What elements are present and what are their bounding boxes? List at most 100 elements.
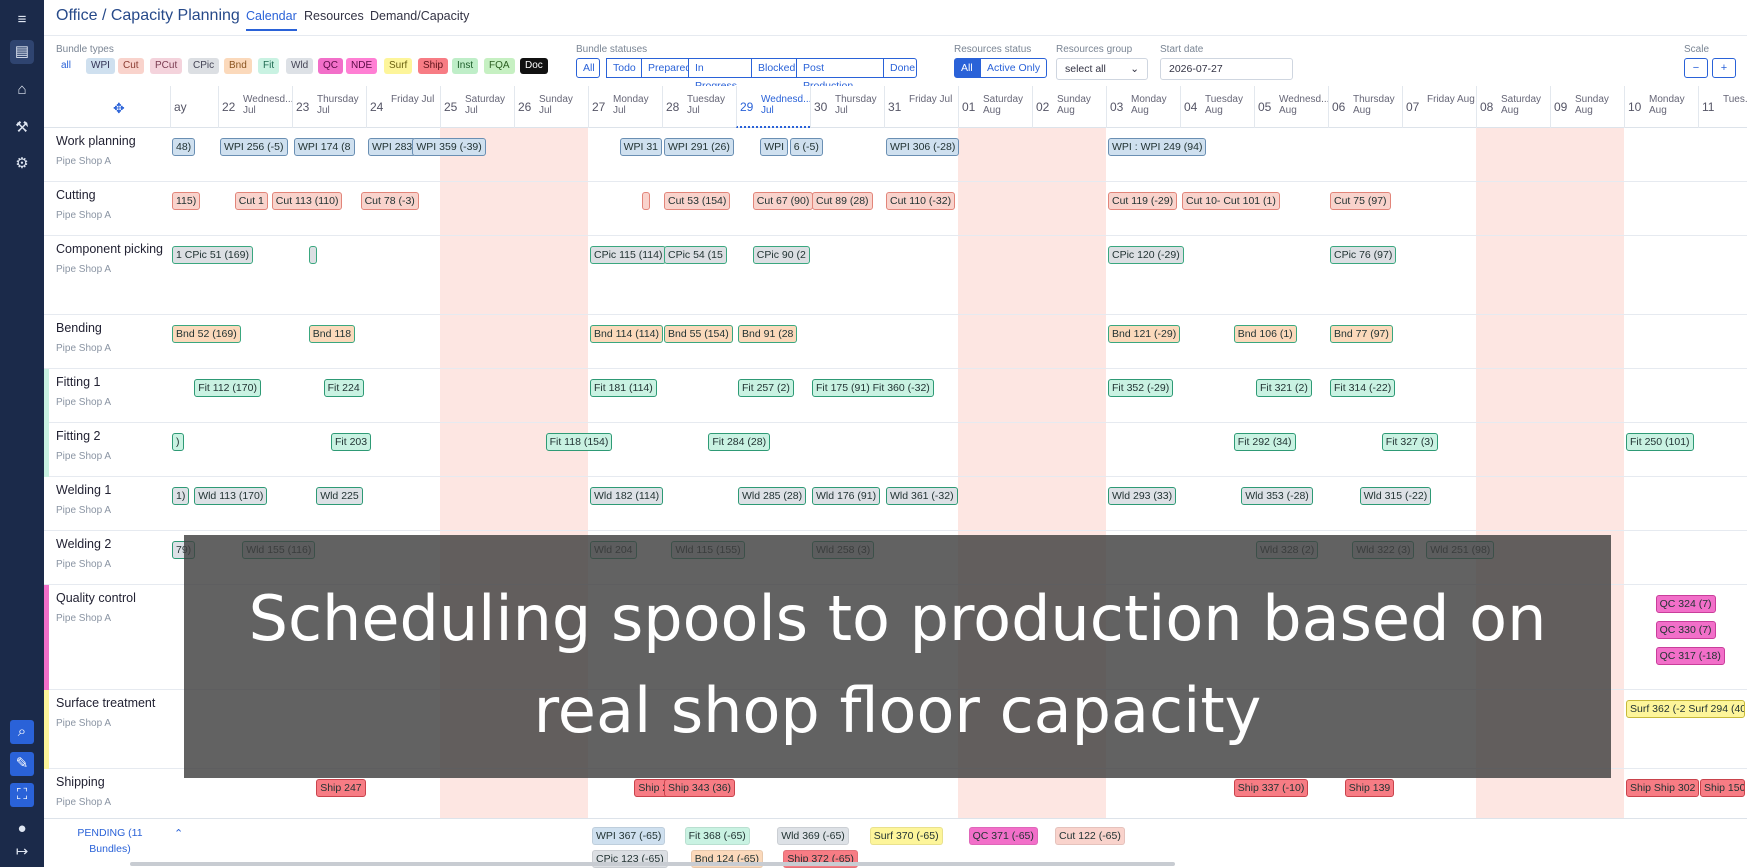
bundle-bar[interactable]: Ship Ship 302 bbox=[1626, 779, 1700, 797]
move-icon[interactable]: ✥ bbox=[113, 100, 125, 117]
bundle-type-chip-fqa[interactable]: FQA bbox=[484, 58, 515, 74]
bundle-type-chip-doc[interactable]: Doc bbox=[520, 58, 548, 74]
bundle-status-all[interactable]: All bbox=[576, 58, 600, 78]
bundle-bar[interactable]: Wld 182 (114) bbox=[590, 487, 664, 505]
tab-calendar[interactable]: Calendar bbox=[246, 9, 297, 31]
resources-status-all[interactable]: All bbox=[954, 58, 980, 78]
bundle-bar[interactable]: Fit 175 (91) Fit 360 (-32) bbox=[812, 379, 934, 397]
bundle-bar[interactable]: QC 330 (7) bbox=[1655, 621, 1716, 639]
document-icon[interactable]: ▤ bbox=[10, 40, 34, 64]
bundle-type-chip-nde[interactable]: NDE bbox=[346, 58, 378, 74]
bundle-bar[interactable]: Fit 257 (2) bbox=[738, 379, 794, 397]
scan-icon[interactable]: ⛶ bbox=[10, 783, 34, 807]
zoom-out-icon[interactable]: − bbox=[1684, 58, 1708, 78]
bundle-bar[interactable]: Wld 113 (170) bbox=[194, 487, 268, 505]
bundle-type-chip-cut[interactable]: Cut bbox=[118, 58, 144, 74]
bundle-bar[interactable]: CPic 120 (-29) bbox=[1108, 246, 1184, 264]
pending-bundle[interactable]: QC 371 (-65) bbox=[968, 827, 1038, 845]
bundle-bar[interactable]: Cut 89 (28) bbox=[812, 192, 873, 210]
bundle-bar[interactable]: WPI : WPI 249 (94) bbox=[1108, 138, 1207, 156]
bundle-status-done[interactable]: Done bbox=[883, 58, 917, 78]
bundle-type-chip-surf[interactable]: Surf bbox=[384, 58, 413, 74]
bundle-bar[interactable]: Fit 352 (-29) bbox=[1108, 379, 1174, 397]
bundle-bar[interactable]: Bnd 121 (-29) bbox=[1108, 325, 1181, 343]
bundle-bar[interactable]: WPI 256 (-5) bbox=[220, 138, 288, 156]
bundle-bar[interactable]: Bnd 55 (154) bbox=[664, 325, 733, 343]
bundle-status-blocked[interactable]: Blocked bbox=[751, 58, 797, 78]
bundle-bar[interactable]: 115) bbox=[172, 192, 201, 210]
bundle-bar[interactable]: Cut 113 (110) bbox=[271, 192, 343, 210]
bundle-bar[interactable]: Wld 225 bbox=[316, 487, 363, 505]
bundle-bar[interactable]: Fit 314 (-22) bbox=[1330, 379, 1396, 397]
bundle-type-chip-bnd[interactable]: Bnd bbox=[224, 58, 252, 74]
bundle-bar[interactable]: WPI 306 (-28) bbox=[886, 138, 960, 156]
warehouse-icon[interactable]: ⌂ bbox=[10, 78, 34, 102]
bundle-bar[interactable]: CPic 90 (2 bbox=[752, 246, 810, 264]
horizontal-scrollbar[interactable] bbox=[130, 862, 1175, 866]
bundle-bar[interactable]: Cut 53 (154) bbox=[664, 192, 731, 210]
bundle-bar[interactable]: Wld 176 (91) bbox=[812, 487, 881, 505]
bundle-bar[interactable]: 48) bbox=[172, 138, 196, 156]
menu-icon[interactable]: ≡ bbox=[10, 8, 34, 32]
bundle-type-chip-all[interactable]: all bbox=[56, 58, 77, 74]
bundle-bar[interactable]: Ship 139 bbox=[1344, 779, 1395, 797]
bundle-bar[interactable]: Cut 1 bbox=[234, 192, 268, 210]
logout-icon[interactable]: ↦ bbox=[10, 840, 34, 864]
bundle-bar[interactable]: Fit 181 (114) bbox=[590, 379, 657, 397]
bundle-bar[interactable]: WPI 31 bbox=[619, 138, 663, 156]
bundle-bar[interactable]: Ship 150 bbox=[1700, 779, 1745, 797]
bundle-bar[interactable]: Ship 343 (36) bbox=[664, 779, 736, 797]
bundle-bar[interactable]: QC 317 (-18) bbox=[1655, 647, 1725, 665]
bundle-bar[interactable]: Ship 337 (-10) bbox=[1233, 779, 1309, 797]
bundle-bar[interactable]: Fit 292 (34) bbox=[1233, 433, 1296, 451]
bundle-bar[interactable]: Surf 362 (-2 Surf 294 (40 bbox=[1626, 700, 1745, 718]
bundle-bar[interactable]: Bnd 77 (97) bbox=[1330, 325, 1393, 343]
bundle-bar[interactable]: QC 324 (7) bbox=[1655, 595, 1716, 613]
bundle-bar[interactable] bbox=[308, 246, 317, 264]
tab-resources[interactable]: Resources bbox=[304, 9, 364, 23]
bundle-bar[interactable]: Cut 78 (-3) bbox=[360, 192, 419, 210]
bundle-type-chip-ship[interactable]: Ship bbox=[418, 58, 449, 74]
bundle-type-chip-cpic[interactable]: CPic bbox=[188, 58, 220, 74]
bundle-status-post-production[interactable]: Post Production bbox=[796, 58, 884, 92]
bundle-bar[interactable]: Wld 315 (-22) bbox=[1359, 487, 1432, 505]
bundle-bar[interactable]: WPI 291 (26) bbox=[664, 138, 734, 156]
bundle-bar[interactable]: 1 CPic 51 (169) bbox=[172, 246, 253, 264]
bundle-bar[interactable]: Fit 118 (154) bbox=[545, 433, 613, 451]
bundle-bar[interactable]: Bnd 91 (28 bbox=[738, 325, 798, 343]
bundle-bar[interactable]: Bnd 52 (169) bbox=[172, 325, 241, 343]
user-icon[interactable]: ● bbox=[10, 817, 34, 841]
bundle-bar[interactable]: ) bbox=[172, 433, 184, 451]
bundle-bar[interactable]: CPic 115 (114) bbox=[590, 246, 667, 264]
bundle-bar[interactable]: Cut 119 (-29) bbox=[1108, 192, 1178, 210]
bundle-status-in-progress[interactable]: In Progress bbox=[688, 58, 752, 92]
bundle-bar[interactable]: WPI bbox=[760, 138, 789, 156]
bundle-bar[interactable]: Cut 10- Cut 101 (1) bbox=[1182, 192, 1280, 210]
bundle-bar[interactable]: Fit 203 bbox=[331, 433, 372, 451]
bundle-bar[interactable]: Fit 321 (2) bbox=[1256, 379, 1312, 397]
bundle-bar[interactable]: Fit 250 (101) bbox=[1626, 433, 1694, 451]
bundle-bar[interactable]: CPic 54 (15 bbox=[664, 246, 727, 264]
pending-label[interactable]: PENDING (11 Bundles) bbox=[70, 825, 150, 857]
bundle-bar[interactable]: Fit 112 (170) bbox=[194, 379, 261, 397]
bundle-bar[interactable]: CPic 76 (97) bbox=[1330, 246, 1397, 264]
bundle-bar[interactable]: Cut 67 (90) bbox=[752, 192, 814, 210]
bundle-bar[interactable]: Cut 110 (-32) bbox=[886, 192, 956, 210]
bundle-bar[interactable]: Wld 353 (-28) bbox=[1241, 487, 1313, 505]
bundle-status-todo[interactable]: Todo bbox=[606, 58, 642, 78]
bundle-bar[interactable]: Bnd 114 (114) bbox=[590, 325, 663, 343]
pending-bundle[interactable]: Cut 122 (-65) bbox=[1055, 827, 1125, 845]
bundle-type-chip-inst[interactable]: Inst bbox=[452, 58, 479, 74]
bundle-status-prepared[interactable]: Prepared bbox=[641, 58, 691, 78]
bundle-bar[interactable]: Bnd 106 (1) bbox=[1233, 325, 1297, 343]
bundle-bar[interactable]: WPI 174 (8 bbox=[294, 138, 355, 156]
bundle-type-chip-wld[interactable]: Wld bbox=[286, 58, 314, 74]
bundle-bar[interactable]: Fit 224 bbox=[323, 379, 364, 397]
bundle-bar[interactable]: Bnd 118 bbox=[308, 325, 356, 343]
bundle-type-chip-fit[interactable]: Fit bbox=[258, 58, 280, 74]
bundle-bar[interactable]: Wld 361 (-32) bbox=[886, 487, 958, 505]
bundle-bar[interactable]: 1) bbox=[172, 487, 190, 505]
bundle-bar[interactable]: WPI 359 (-39) bbox=[412, 138, 486, 156]
chevron-up-icon[interactable]: ⌃ bbox=[174, 827, 183, 840]
bundle-bar[interactable]: WPI 283 bbox=[368, 138, 417, 156]
